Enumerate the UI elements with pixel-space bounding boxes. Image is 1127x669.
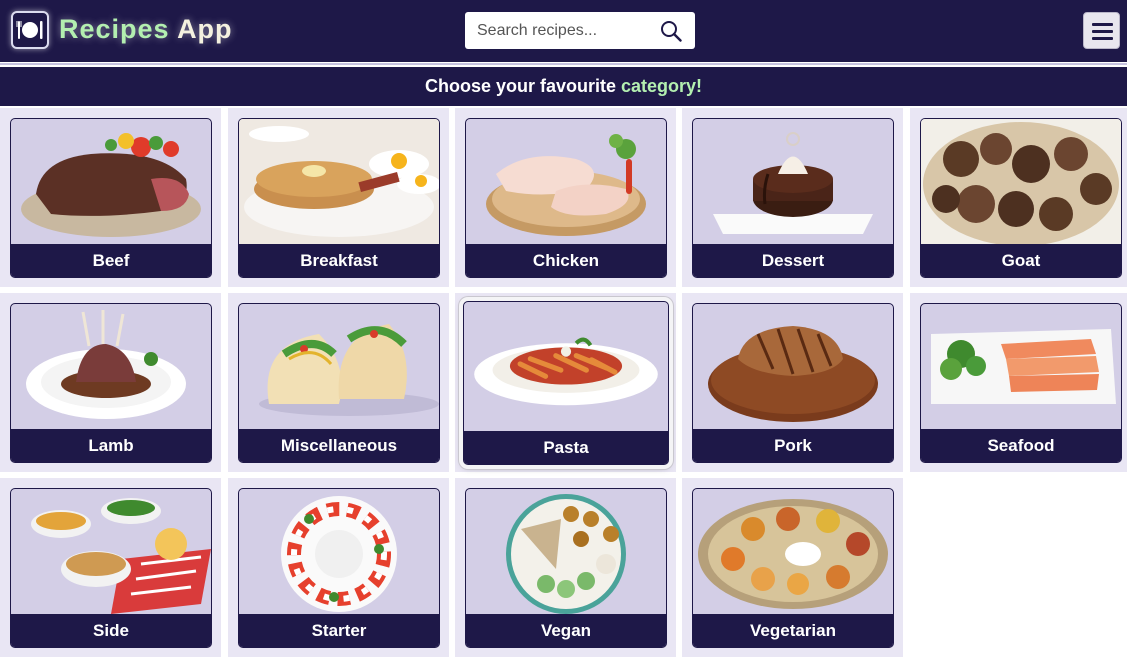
category-label: Goat bbox=[921, 244, 1121, 277]
category-tile: Pork bbox=[682, 293, 903, 472]
app-title-part1: Recipes bbox=[59, 14, 170, 44]
category-label: Seafood bbox=[921, 429, 1121, 462]
search-bar bbox=[465, 12, 695, 49]
category-label: Pork bbox=[693, 429, 893, 462]
category-tile: Miscellaneous bbox=[228, 293, 449, 472]
category-tile: Starter bbox=[228, 478, 449, 657]
category-tile: Side bbox=[0, 478, 221, 657]
category-label: Pasta bbox=[464, 431, 668, 464]
tacos-icon bbox=[259, 324, 439, 416]
top-navbar: Recipes App bbox=[0, 0, 1127, 62]
category-card-lamb[interactable]: Lamb bbox=[10, 303, 212, 463]
app-title[interactable]: Recipes App bbox=[59, 14, 233, 45]
app-title-part2: App bbox=[177, 14, 233, 44]
search-input[interactable] bbox=[465, 12, 655, 49]
search-icon[interactable] bbox=[660, 20, 682, 42]
category-tile: Vegan bbox=[455, 478, 676, 657]
category-label: Vegetarian bbox=[693, 614, 893, 647]
category-label: Dessert bbox=[693, 244, 893, 277]
vegan-bowl-icon bbox=[506, 494, 626, 614]
category-card-chicken[interactable]: Chicken bbox=[465, 118, 667, 278]
category-card-pasta[interactable]: Pasta bbox=[463, 301, 669, 465]
category-card-side[interactable]: Side bbox=[10, 488, 212, 648]
hamburger-menu-button[interactable] bbox=[1083, 12, 1120, 49]
category-tile: Pasta bbox=[455, 293, 676, 472]
category-tile: Goat bbox=[910, 108, 1127, 287]
banner-text-highlight: category! bbox=[621, 76, 703, 96]
category-card-dessert[interactable]: Dessert bbox=[692, 118, 894, 278]
thali-platter-icon bbox=[698, 499, 888, 609]
category-tile: Chicken bbox=[455, 108, 676, 287]
category-card-miscellaneous[interactable]: Miscellaneous bbox=[238, 303, 440, 463]
side-dishes-icon bbox=[31, 498, 211, 614]
category-card-starter[interactable]: Starter bbox=[238, 488, 440, 648]
category-card-goat[interactable]: Goat bbox=[920, 118, 1122, 278]
category-label: Miscellaneous bbox=[239, 429, 439, 462]
category-tile: Lamb bbox=[0, 293, 221, 472]
category-tile: Vegetarian bbox=[682, 478, 903, 657]
chocolate-cake-icon bbox=[713, 132, 873, 234]
category-label: Breakfast bbox=[239, 244, 439, 277]
lamb-chops-icon bbox=[26, 310, 186, 419]
pork-steak-icon bbox=[708, 326, 878, 422]
category-label: Beef bbox=[11, 244, 211, 277]
salmon-plate-icon bbox=[931, 329, 1116, 404]
steak-icon bbox=[21, 133, 201, 237]
category-card-seafood[interactable]: Seafood bbox=[920, 303, 1122, 463]
category-card-pork[interactable]: Pork bbox=[692, 303, 894, 463]
banner-text-main: Choose your favourite bbox=[424, 76, 616, 96]
category-card-vegan[interactable]: Vegan bbox=[465, 488, 667, 648]
category-grid: Beef Breakfast Chicken Dessert Goat Lamb Misce… bbox=[0, 108, 1127, 669]
category-label: Vegan bbox=[466, 614, 666, 647]
category-label: Side bbox=[11, 614, 211, 647]
category-tile: Breakfast bbox=[228, 108, 449, 287]
category-tile: Seafood bbox=[910, 293, 1127, 472]
category-card-beef[interactable]: Beef bbox=[10, 118, 212, 278]
header-divider bbox=[0, 63, 1127, 65]
pasta-bowl-icon bbox=[474, 337, 658, 406]
category-card-vegetarian[interactable]: Vegetarian bbox=[692, 488, 894, 648]
plate-cutlery-icon[interactable] bbox=[11, 11, 49, 49]
category-card-breakfast[interactable]: Breakfast bbox=[238, 118, 440, 278]
category-label: Lamb bbox=[11, 429, 211, 462]
category-banner: Choose your favourite category! bbox=[0, 67, 1127, 106]
category-tile: Dessert bbox=[682, 108, 903, 287]
pancakes-eggs-icon bbox=[239, 119, 439, 244]
goat-meat-icon bbox=[921, 119, 1121, 244]
banner-text: Choose your favourite category! bbox=[0, 76, 1127, 97]
caprese-starter-icon bbox=[281, 496, 397, 612]
category-label: Chicken bbox=[466, 244, 666, 277]
category-tile: Beef bbox=[0, 108, 221, 287]
raw-chicken-icon bbox=[486, 134, 646, 236]
category-label: Starter bbox=[239, 614, 439, 647]
